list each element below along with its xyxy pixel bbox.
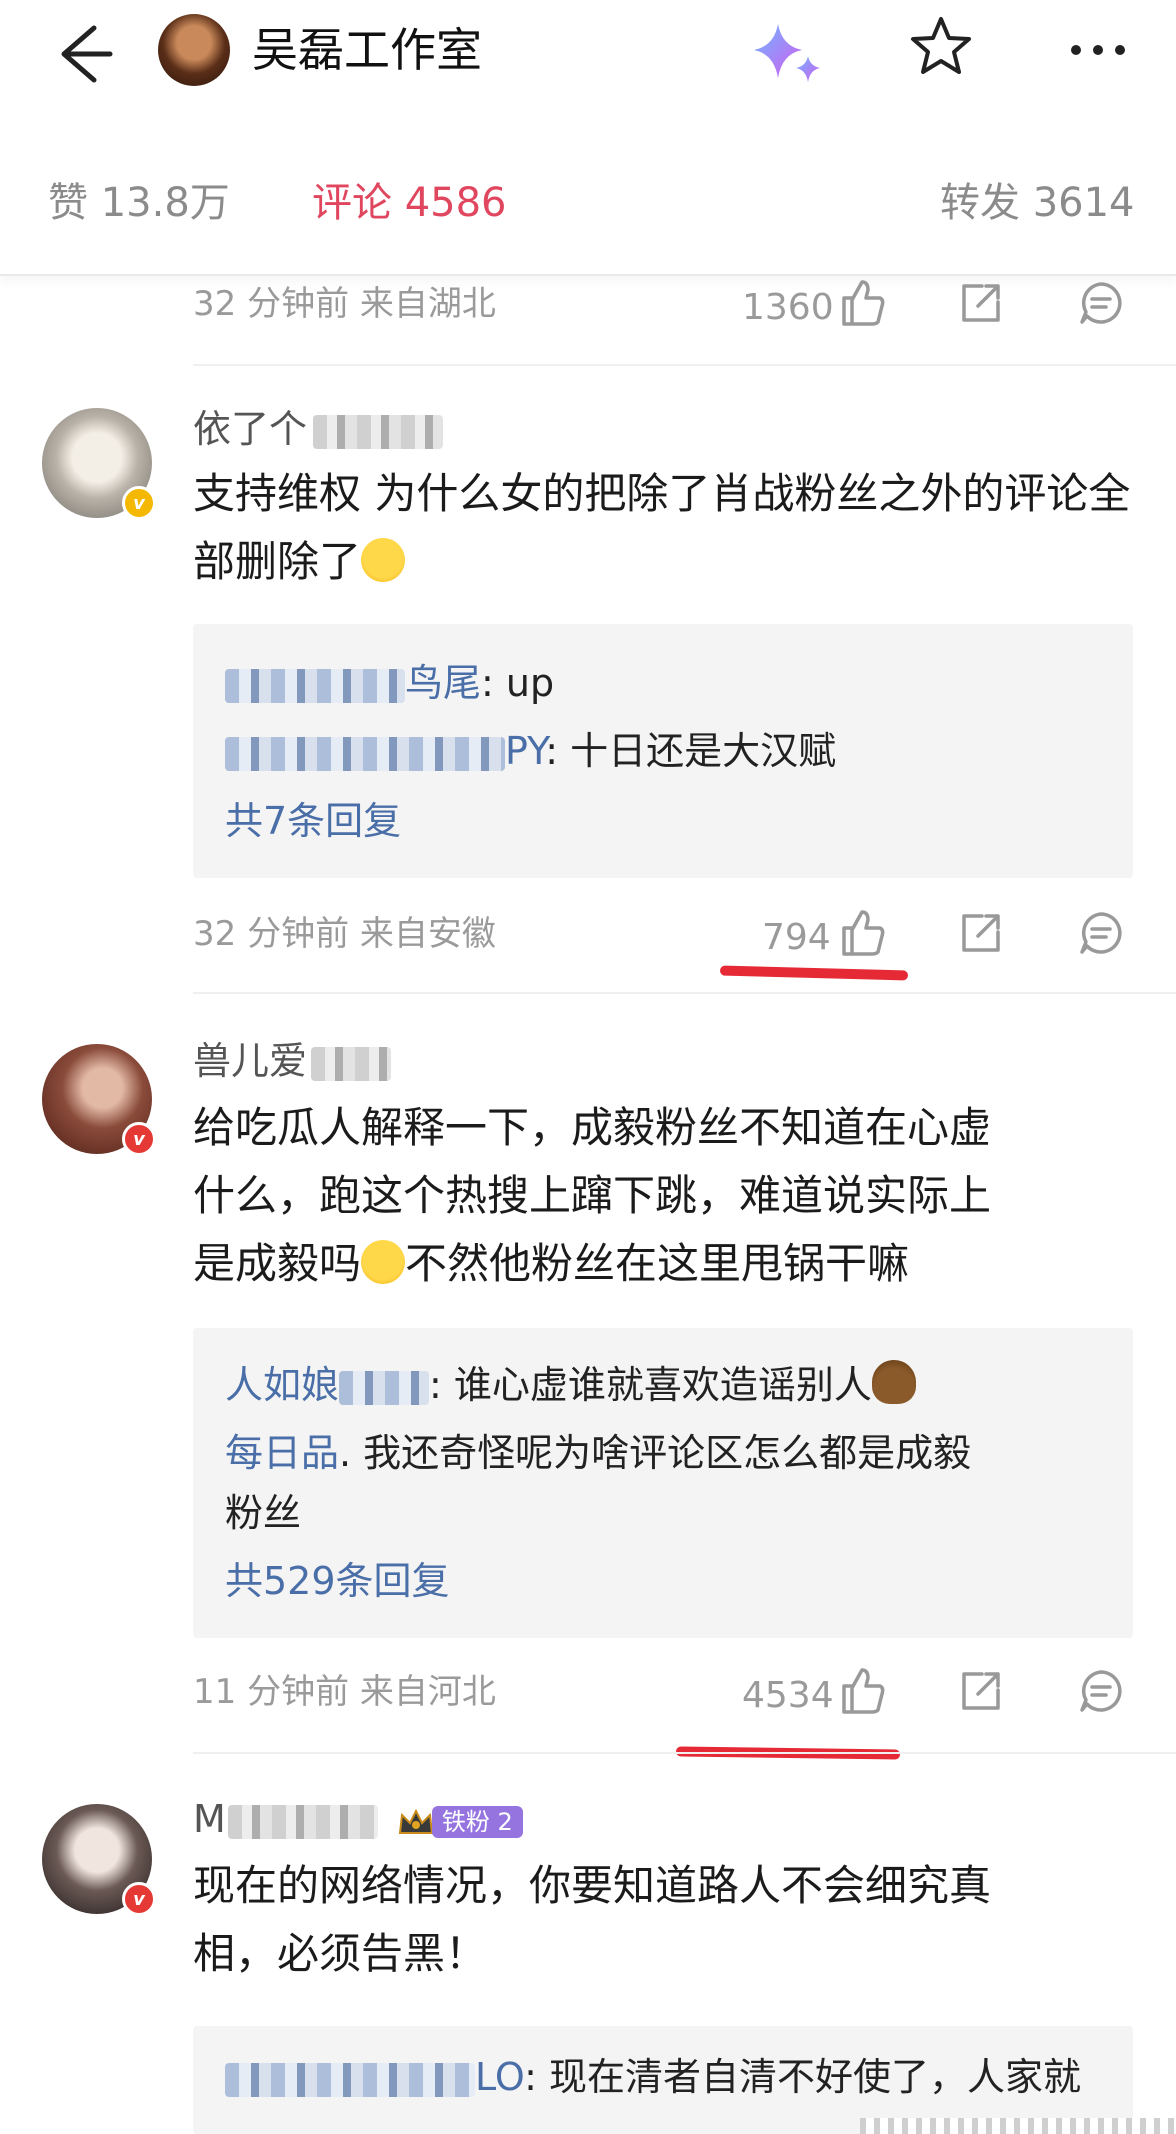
reply-text: : 现在清者自清不好使了，人家就 <box>524 2055 1081 2099</box>
tab-reposts[interactable]: 转发 3614 <box>940 178 1135 228</box>
reply-item: LO: 现在清者自清不好使了，人家就 <box>225 2048 1109 2106</box>
account-avatar[interactable] <box>158 14 230 86</box>
comment-time: 11 分钟前 来自河北 <box>193 1672 496 1712</box>
avatar[interactable]: v <box>42 408 156 520</box>
share-icon[interactable] <box>958 1668 1004 1714</box>
like-count: 794 <box>762 917 831 958</box>
comment-username[interactable]: 依了个 <box>193 404 444 454</box>
tab-likes[interactable]: 赞 13.8万 <box>48 178 230 228</box>
more-replies-link[interactable]: 共529条回复 <box>225 1556 450 1606</box>
comment-icon[interactable] <box>1078 1668 1124 1714</box>
reply-text: . 我还奇怪呢为啥评论区怎么都是成毅 <box>339 1431 972 1475</box>
sparkle-icon[interactable] <box>748 16 828 88</box>
fan-badge: 铁粉 2 <box>396 1804 523 1840</box>
more-replies-link[interactable]: 共7条回复 <box>225 796 401 846</box>
reply-item: 每日品. 我还奇怪呢为啥评论区怎么都是成毅 <box>225 1424 1109 1482</box>
thumbs-up-icon[interactable] <box>838 276 886 328</box>
divider <box>193 992 1176 994</box>
avatar[interactable]: v <box>42 1804 156 1916</box>
tab-comments[interactable]: 评论 4586 <box>312 178 507 228</box>
reply-item: 人如娘 : 谁心虚谁就喜欢造谣别人 <box>225 1356 1109 1414</box>
pleading-emoji-icon <box>361 1240 406 1284</box>
thumbs-up-icon[interactable] <box>838 1664 886 1716</box>
poop-emoji-icon <box>871 1360 916 1404</box>
stats-tabs: 赞 13.8万 评论 4586 转发 3614 <box>0 112 1176 276</box>
reply-item: 鸟尾: up <box>225 654 1109 712</box>
arrow-left-icon[interactable] <box>44 18 116 90</box>
reply-author[interactable]: 鸟尾 <box>405 661 481 705</box>
reply-text: : up <box>481 661 555 705</box>
reply-preview[interactable]: 鸟尾: up PY: 十日还是大汉赋 共7条回复 <box>193 624 1133 878</box>
comment-line: 是成毅吗 <box>193 1239 362 1288</box>
redacted-name <box>227 1804 378 1839</box>
crown-icon <box>398 1808 434 1834</box>
reply-author[interactable]: LO <box>475 2055 524 2099</box>
username-text: 兽儿爱 <box>193 1039 308 1083</box>
redacted-name <box>225 668 405 703</box>
comment-meta: 11 分钟前 来自河北 4534 <box>0 1658 1176 1728</box>
divider <box>193 1752 1176 1754</box>
reply-item-cont: 粉丝 <box>225 1491 302 1535</box>
laugh-cry-emoji-icon <box>361 538 406 582</box>
reply-preview[interactable]: 人如娘 : 谁心虚谁就喜欢造谣别人 每日品. 我还奇怪呢为啥评论区怎么都是成毅 粉… <box>193 1328 1133 1638</box>
redacted-name <box>225 2062 475 2097</box>
comment-time: 32 分钟前 来自湖北 <box>193 284 496 324</box>
fan-level-label: 铁粉 2 <box>431 1805 523 1838</box>
comment-meta: 32 分钟前 来自湖北 1360 <box>0 270 1176 340</box>
redacted-name <box>225 736 505 771</box>
page-title: 吴磊工作室 <box>252 23 482 77</box>
comment-text: 现在的网络情况，你要知道路人不会细究真 相，必须告黑！ <box>193 1852 1133 1988</box>
redacted-name <box>313 414 444 449</box>
username-text: M <box>193 1797 226 1841</box>
verified-badge: v <box>122 486 156 520</box>
comment-text: 给吃瓜人解释一下，成毅粉丝不知道在心虚 什么，跑这个热搜上蹿下跳，难道说实际上 … <box>193 1094 1133 1298</box>
reply-author[interactable]: 人如娘 <box>225 1363 339 1407</box>
comment-meta: 32 分钟前 来自安徽 794 <box>0 900 1176 970</box>
reply-author[interactable]: 每日品 <box>225 1431 339 1475</box>
like-count: 4534 <box>742 1675 834 1716</box>
comment-username[interactable]: 兽儿爱 <box>193 1036 392 1086</box>
comment-line: 现在的网络情况，你要知道路人不会细究真 <box>193 1861 992 1910</box>
comment-icon[interactable] <box>1078 910 1124 956</box>
comment-line: 不然他粉丝在这里甩锅干嘛 <box>405 1239 910 1288</box>
verified-badge: v <box>122 1882 156 1916</box>
share-icon[interactable] <box>958 910 1004 956</box>
divider <box>193 364 1176 366</box>
reply-item: PY: 十日还是大汉赋 <box>225 722 1109 780</box>
top-bar: 吴磊工作室 <box>0 0 1176 112</box>
username-text: 依了个 <box>193 407 308 451</box>
comment-body: 支持维权 为什么女的把除了肖战粉丝之外的评论全部删除了 <box>193 469 1131 586</box>
star-icon[interactable] <box>908 14 974 80</box>
comment-line: 相，必须告黑！ <box>193 1929 488 1978</box>
comment-line: 给吃瓜人解释一下，成毅粉丝不知道在心虚 <box>193 1103 992 1152</box>
reply-author[interactable]: PY <box>505 729 545 773</box>
reply-text: : 十日还是大汉赋 <box>545 729 837 773</box>
comment-line-wrap: 是成毅吗 不然他粉丝在这里甩锅干嘛 <box>193 1230 1133 1298</box>
comment-username[interactable]: M 铁粉 2 <box>193 1794 523 1844</box>
comment-time: 32 分钟前 来自安徽 <box>193 914 496 954</box>
redacted-name <box>339 1370 430 1405</box>
thumbs-up-icon[interactable] <box>838 906 886 958</box>
like-count: 1360 <box>742 287 834 328</box>
verified-badge: v <box>122 1122 156 1156</box>
share-icon[interactable] <box>958 280 1004 326</box>
more-dots-icon[interactable] <box>1066 22 1130 78</box>
reply-text: : 谁心虚谁就喜欢造谣别人 <box>429 1363 872 1407</box>
comment-line: 什么，跑这个热搜上蹿下跳，难道说实际上 <box>193 1171 992 1220</box>
avatar[interactable]: v <box>42 1044 156 1156</box>
comment-icon[interactable] <box>1078 280 1124 326</box>
watermark-strip <box>860 2118 1176 2134</box>
comment-text: 支持维权 为什么女的把除了肖战粉丝之外的评论全部删除了 <box>193 460 1133 596</box>
redacted-name <box>311 1046 392 1081</box>
